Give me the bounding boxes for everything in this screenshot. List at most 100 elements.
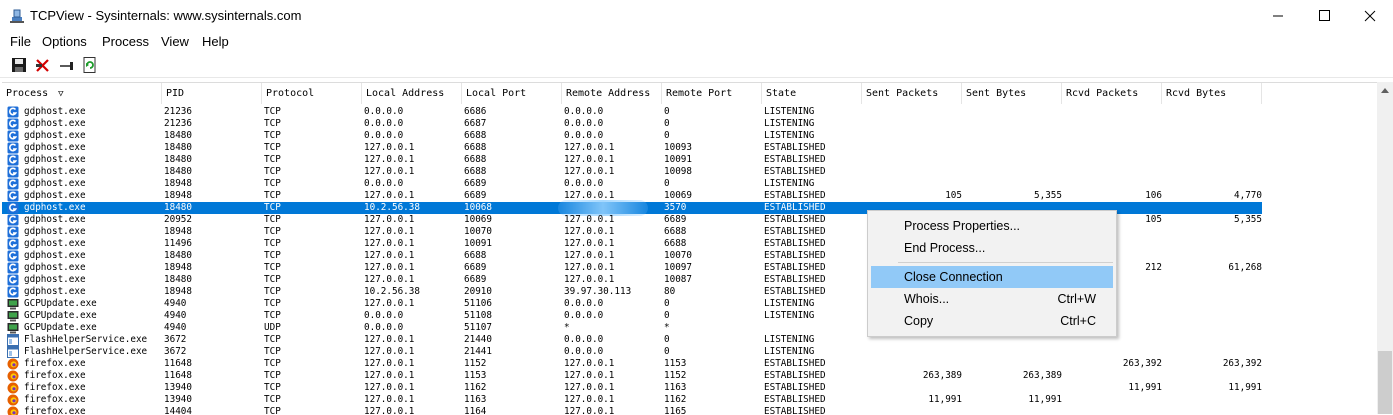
cell-process: gdphost.exe bbox=[24, 262, 164, 274]
minimize-icon bbox=[1255, 0, 1301, 32]
cell-rport: 1152 bbox=[664, 370, 764, 382]
cell-rport: 0 bbox=[664, 118, 764, 130]
scrollbar-thumb[interactable] bbox=[1378, 351, 1392, 414]
column-header-label: Local Port bbox=[466, 88, 526, 99]
menu-help[interactable]: Help bbox=[202, 34, 229, 49]
flashhelper-process-icon bbox=[7, 346, 19, 358]
cell-state: ESTABLISHED bbox=[764, 214, 864, 226]
column-header-label: Rcvd Bytes bbox=[1166, 88, 1226, 99]
cell-process: GCPUpdate.exe bbox=[24, 322, 164, 334]
table-row[interactable]: gdphost.exe21236TCP0.0.0.066870.0.0.00LI… bbox=[2, 118, 1262, 130]
cell-rp: 11,991 bbox=[1064, 382, 1162, 394]
column-header-local-port[interactable]: Local Port bbox=[462, 83, 562, 104]
column-header-rcvd-bytes[interactable]: Rcvd Bytes bbox=[1162, 83, 1262, 104]
ctx-whois[interactable]: Whois... Ctrl+W bbox=[871, 288, 1113, 310]
cell-state: LISTENING bbox=[764, 118, 864, 130]
gdphost-process-icon bbox=[7, 106, 19, 118]
connection-list[interactable]: Process▽PID Protocol Local Address Local Po… bbox=[2, 82, 1377, 415]
close-button[interactable] bbox=[1347, 0, 1393, 32]
cell-raddr: 127.0.0.1 bbox=[564, 238, 664, 250]
table-row[interactable]: firefox.exe11648TCP127.0.0.11153127.0.0.… bbox=[2, 370, 1262, 382]
ctx-item-label: Whois... bbox=[904, 288, 949, 310]
table-row[interactable]: gdphost.exe18480TCP127.0.0.16688127.0.0.… bbox=[2, 142, 1262, 154]
vertical-scrollbar[interactable] bbox=[1377, 82, 1393, 414]
cell-rport: 0 bbox=[664, 298, 764, 310]
column-header-remote-port[interactable]: Remote Port bbox=[662, 83, 762, 104]
table-row[interactable]: firefox.exe13940TCP127.0.0.11163127.0.0.… bbox=[2, 394, 1262, 406]
save-icon[interactable] bbox=[10, 56, 28, 74]
cell-state: ESTABLISHED bbox=[764, 250, 864, 262]
refresh-icon[interactable] bbox=[81, 56, 99, 74]
table-row[interactable]: gdphost.exe18480TCP127.0.0.16688127.0.0.… bbox=[2, 166, 1262, 178]
ctx-copy[interactable]: Copy Ctrl+C bbox=[871, 310, 1113, 332]
cell-proto: TCP bbox=[264, 214, 364, 226]
table-row[interactable]: FlashHelperService.exe3672TCP127.0.0.121… bbox=[2, 346, 1262, 358]
cell-sp: 263,389 bbox=[864, 370, 962, 382]
resolve-address-icon[interactable] bbox=[58, 56, 76, 74]
column-header-state[interactable]: State bbox=[762, 83, 862, 104]
cell-sp bbox=[864, 142, 962, 154]
cell-process: gdphost.exe bbox=[24, 166, 164, 178]
table-row[interactable]: firefox.exe13940TCP127.0.0.11162127.0.0.… bbox=[2, 382, 1262, 394]
ctx-end-process[interactable]: End Process... bbox=[871, 237, 1113, 259]
column-header-protocol[interactable]: Protocol bbox=[262, 83, 362, 104]
menu-process[interactable]: Process bbox=[102, 34, 149, 49]
cell-rp bbox=[1064, 106, 1162, 118]
gcpupdate-process-icon bbox=[7, 322, 19, 334]
cell-laddr: 127.0.0.1 bbox=[364, 382, 464, 394]
cell-rb bbox=[1164, 322, 1262, 334]
close-connection-icon[interactable] bbox=[34, 56, 52, 74]
menu-file[interactable]: File bbox=[10, 34, 31, 49]
column-header-label: Protocol bbox=[266, 88, 314, 99]
column-header-process[interactable]: Process▽ bbox=[2, 83, 162, 104]
firefox-process-icon bbox=[7, 358, 19, 370]
column-header-label: Process bbox=[6, 88, 48, 99]
cell-laddr: 127.0.0.1 bbox=[364, 226, 464, 238]
table-row[interactable]: gdphost.exe21236TCP0.0.0.066860.0.0.00LI… bbox=[2, 106, 1262, 118]
cell-pid: 3672 bbox=[164, 334, 264, 346]
cell-pid: 20952 bbox=[164, 214, 264, 226]
cell-state: ESTABLISHED bbox=[764, 262, 864, 274]
cell-laddr: 127.0.0.1 bbox=[364, 262, 464, 274]
cell-sb bbox=[964, 154, 1062, 166]
menu-options[interactable]: Options bbox=[42, 34, 87, 49]
cell-rport: 6688 bbox=[664, 238, 764, 250]
table-row[interactable]: gdphost.exe18948TCP0.0.0.066890.0.0.00LI… bbox=[2, 178, 1262, 190]
cell-proto: TCP bbox=[264, 250, 364, 262]
column-header-remote-address[interactable]: Remote Address bbox=[562, 83, 662, 104]
cell-pid: 18948 bbox=[164, 226, 264, 238]
cell-pid: 18480 bbox=[164, 202, 264, 214]
ctx-process-properties[interactable]: Process Properties... bbox=[871, 215, 1113, 237]
table-row[interactable]: firefox.exe11648TCP127.0.0.11152127.0.0.… bbox=[2, 358, 1262, 370]
cell-raddr: 127.0.0.1 bbox=[564, 142, 664, 154]
scroll-up-arrow-icon[interactable] bbox=[1377, 82, 1393, 99]
cell-laddr: 127.0.0.1 bbox=[364, 166, 464, 178]
gdphost-process-icon bbox=[7, 190, 19, 202]
cell-rb bbox=[1164, 178, 1262, 190]
column-header-pid[interactable]: PID bbox=[162, 83, 262, 104]
cell-sb: 263,389 bbox=[964, 370, 1062, 382]
cell-pid: 13940 bbox=[164, 382, 264, 394]
cell-raddr: 127.0.0.1 bbox=[564, 370, 664, 382]
table-row[interactable]: gdphost.exe18480TCP0.0.0.066880.0.0.00LI… bbox=[2, 130, 1262, 142]
cell-rp: 106 bbox=[1064, 190, 1162, 202]
cell-state: ESTABLISHED bbox=[764, 190, 864, 202]
maximize-button[interactable] bbox=[1301, 0, 1347, 32]
cell-laddr: 127.0.0.1 bbox=[364, 334, 464, 346]
menu-view[interactable]: View bbox=[161, 34, 189, 49]
ctx-close-connection[interactable]: Close Connection bbox=[871, 266, 1113, 288]
gdphost-process-icon bbox=[7, 262, 19, 274]
cell-sp: 105 bbox=[864, 190, 962, 202]
column-header-sent-bytes[interactable]: Sent Bytes bbox=[962, 83, 1062, 104]
cell-process: firefox.exe bbox=[24, 358, 164, 370]
table-row[interactable]: gdphost.exe18480TCP127.0.0.16688127.0.0.… bbox=[2, 154, 1262, 166]
cell-laddr: 0.0.0.0 bbox=[364, 130, 464, 142]
column-header-rcvd-packets[interactable]: Rcvd Packets bbox=[1062, 83, 1162, 104]
cell-process: gdphost.exe bbox=[24, 142, 164, 154]
cell-pid: 18480 bbox=[164, 250, 264, 262]
column-header-local-address[interactable]: Local Address bbox=[362, 83, 462, 104]
cell-state: ESTABLISHED bbox=[764, 358, 864, 370]
column-header-sent-packets[interactable]: Sent Packets bbox=[862, 83, 962, 104]
minimize-button[interactable] bbox=[1255, 0, 1301, 32]
cell-process: gdphost.exe bbox=[24, 106, 164, 118]
